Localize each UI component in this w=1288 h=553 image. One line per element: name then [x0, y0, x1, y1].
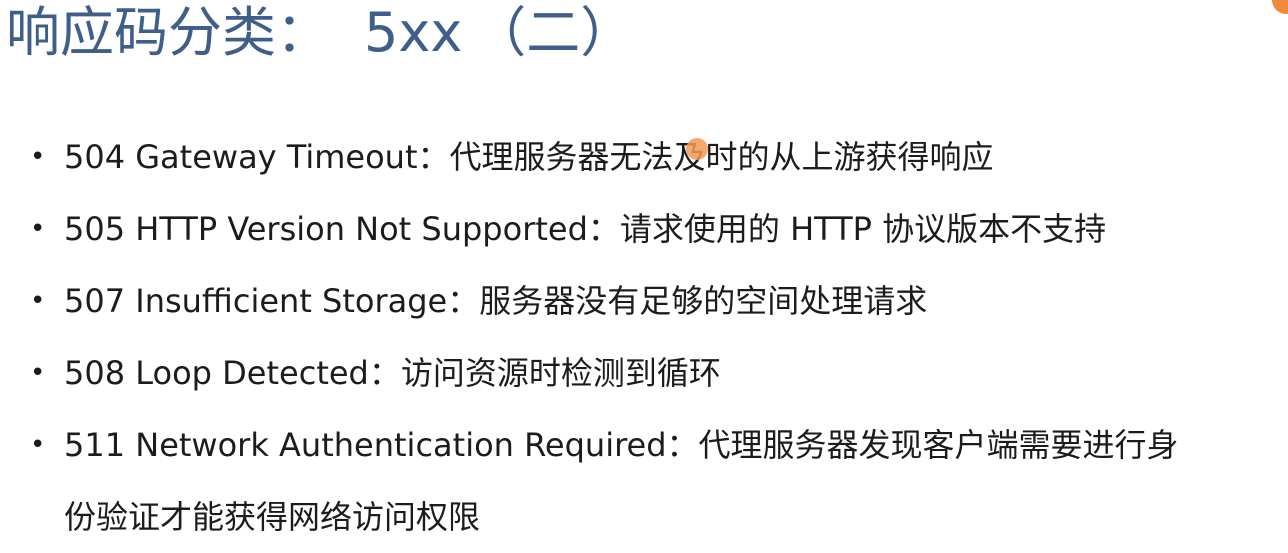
list-item-507: • 507 Insufficient Storage：服务器没有足够的空间处理请求: [0, 265, 1270, 337]
slide: 响应码分类： 5xx （二） • 504 Gateway Timeout：代理服务器无…: [0, 0, 1288, 544]
status-description: 请求使用的 HTTP 协议版本不支持: [619, 210, 1107, 248]
bullet-marker: •: [30, 430, 46, 460]
list-item-505: • 505 HTTP Version Not Supported：请求使用的 HT…: [0, 193, 1270, 265]
list-item-511: • 511 Network Authentication Required：代理服…: [0, 409, 1204, 553]
separator: ：: [587, 210, 620, 248]
recording-indicator-icon: [1272, 0, 1288, 14]
separator: ：: [368, 354, 401, 392]
separator: ：: [666, 426, 699, 464]
page-title: 响应码分类： 5xx （二）: [6, 0, 634, 72]
separator: ：: [417, 138, 450, 176]
bullet-marker: •: [30, 142, 46, 172]
status-code-label: 508 Loop Detected: [64, 354, 369, 392]
status-description: 代理服务器无法及时的从上游获得响应: [449, 138, 994, 176]
status-code-label: 507 Insufficient Storage: [64, 282, 448, 320]
title-main: 响应码分类：: [6, 1, 330, 64]
bullet-marker: •: [30, 358, 46, 388]
pointer-highlight-icon: [686, 138, 708, 160]
status-code-label: 504 Gateway Timeout: [64, 138, 418, 176]
status-description: 服务器没有足够的空间处理请求: [479, 282, 928, 320]
list-item-504: • 504 Gateway Timeout：代理服务器无法及时的从上游获得响应: [0, 121, 1270, 193]
status-code-label: 511 Network Authentication Required: [64, 426, 667, 464]
title-code: 5xx: [364, 1, 463, 64]
status-code-list: • 504 Gateway Timeout：代理服务器无法及时的从上游获得响应 •…: [0, 121, 1270, 553]
title-part: （二）: [472, 1, 635, 64]
status-description: 访问资源时检测到循环: [400, 354, 721, 392]
separator: ：: [447, 282, 480, 320]
list-item-508: • 508 Loop Detected：访问资源时检测到循环: [0, 337, 1270, 409]
bullet-marker: •: [30, 214, 46, 244]
bullet-marker: •: [30, 286, 46, 316]
status-code-label: 505 HTTP Version Not Supported: [64, 210, 588, 248]
